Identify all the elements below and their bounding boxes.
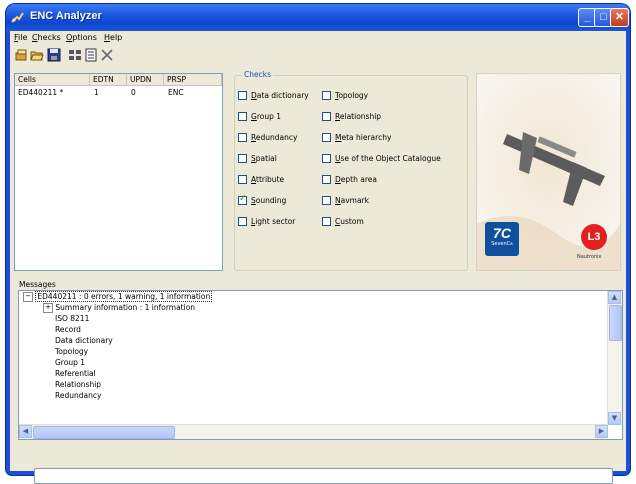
checkbox[interactable] xyxy=(322,154,331,163)
scroll-right-icon[interactable]: ▶ xyxy=(595,425,608,438)
checkbox[interactable] xyxy=(322,133,331,142)
cell-name: ED440211 * xyxy=(18,88,64,97)
menu-bar: File Checks Options Help xyxy=(10,31,626,45)
checkbox[interactable] xyxy=(238,154,247,163)
scroll-left-icon[interactable]: ◀ xyxy=(19,425,32,438)
status-field xyxy=(34,468,613,484)
report-icon[interactable] xyxy=(84,48,98,62)
tree-item[interactable]: Group 1 xyxy=(55,358,85,367)
save-icon[interactable] xyxy=(47,48,61,62)
menu-checks[interactable]: Checks xyxy=(32,33,61,42)
horizontal-scrollbar[interactable]: ◀ ▶ xyxy=(19,424,608,439)
cell-edtn: 1 xyxy=(94,88,99,97)
checks-legend: Checks xyxy=(242,70,273,79)
sevencs-logo: 7C SevenCs xyxy=(485,222,519,256)
tree-root[interactable]: − ED440211 : 0 errors, 1 warning, 1 info… xyxy=(23,291,213,302)
open-folder-icon[interactable] xyxy=(30,48,44,62)
client-area: File Checks Options Help Cells EDTN UPDN… xyxy=(10,31,626,484)
tree-item[interactable]: ISO 8211 xyxy=(55,314,89,323)
checkbox[interactable] xyxy=(238,217,247,226)
tree-item[interactable]: Topology xyxy=(55,347,88,356)
scroll-up-icon[interactable]: ▲ xyxy=(608,291,621,304)
logo-panel: 7C SevenCs L3 Nautronix xyxy=(476,73,621,271)
column-header-updn[interactable]: UPDN xyxy=(127,74,164,86)
horizontal-scroll-thumb[interactable] xyxy=(33,426,175,439)
checkbox[interactable] xyxy=(322,175,331,184)
window-title: ENC Analyzer xyxy=(30,10,102,22)
l3-logo: L3 xyxy=(581,224,607,250)
cell-prsp: ENC xyxy=(168,88,184,97)
checkbox[interactable] xyxy=(238,175,247,184)
vertical-scrollbar[interactable]: ▲ ▼ xyxy=(607,291,622,425)
tree-item[interactable]: Record xyxy=(55,325,81,334)
run-checks-icon[interactable] xyxy=(68,48,82,62)
menu-options[interactable]: Options xyxy=(66,33,97,42)
scroll-down-icon[interactable]: ▼ xyxy=(608,412,621,425)
messages-label: Messages xyxy=(19,280,56,289)
tree-item[interactable]: Redundancy xyxy=(55,391,101,400)
title-bar[interactable]: ENC Analyzer _ □ ✕ xyxy=(6,4,630,31)
open-cells-icon[interactable] xyxy=(15,48,29,62)
app-window: ENC Analyzer _ □ ✕ File Checks Options H… xyxy=(6,4,630,484)
tree-item[interactable]: Data dictionary xyxy=(55,336,113,345)
clear-icon[interactable] xyxy=(100,48,114,62)
tree-summary[interactable]: + Summary information : 1 information xyxy=(43,303,195,313)
cell-updn: 0 xyxy=(131,88,136,97)
checkbox[interactable] xyxy=(238,133,247,142)
menu-file[interactable]: File xyxy=(14,33,27,42)
checkbox-checked[interactable] xyxy=(238,194,247,205)
checkbox[interactable] xyxy=(322,196,331,205)
app-icon xyxy=(11,12,24,23)
tree-item[interactable]: Referential xyxy=(55,369,96,378)
checkbox[interactable] xyxy=(322,91,331,100)
checkbox[interactable] xyxy=(322,217,331,226)
l3-logo-caption: Nautronix xyxy=(577,254,602,260)
expand-icon[interactable]: + xyxy=(43,303,53,313)
checkbox[interactable] xyxy=(322,112,331,121)
messages-tree[interactable]: − ED440211 : 0 errors, 1 warning, 1 info… xyxy=(18,290,623,440)
column-header-prsp[interactable]: PRSP xyxy=(164,74,222,86)
tree-item[interactable]: Relationship xyxy=(55,380,101,389)
cells-table[interactable]: Cells EDTN UPDN PRSP ED440211 * 1 0 ENC xyxy=(14,73,223,271)
toolbar xyxy=(10,45,626,65)
checkbox[interactable] xyxy=(238,112,247,121)
vertical-scroll-thumb[interactable] xyxy=(609,305,622,341)
close-button[interactable]: ✕ xyxy=(610,8,629,27)
checkbox[interactable] xyxy=(238,91,247,100)
checks-group xyxy=(234,75,468,271)
column-header-cells[interactable]: Cells xyxy=(15,74,90,86)
menu-help[interactable]: Help xyxy=(104,33,122,42)
column-header-edtn[interactable]: EDTN xyxy=(90,74,127,86)
collapse-icon[interactable]: − xyxy=(23,292,33,302)
